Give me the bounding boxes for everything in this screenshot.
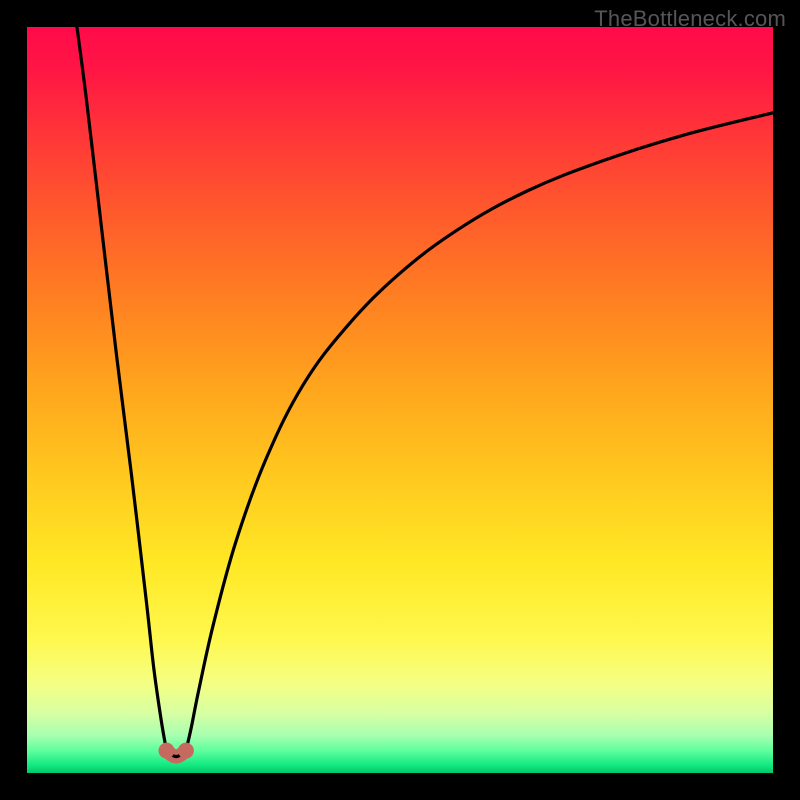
chart-frame: TheBottleneck.com xyxy=(0,0,800,800)
curve-layer xyxy=(27,27,773,773)
bottleneck-curve xyxy=(77,27,773,757)
plot-area xyxy=(27,27,773,773)
marker-right xyxy=(178,743,194,759)
marker-left xyxy=(159,743,175,759)
watermark-text: TheBottleneck.com xyxy=(594,6,786,32)
